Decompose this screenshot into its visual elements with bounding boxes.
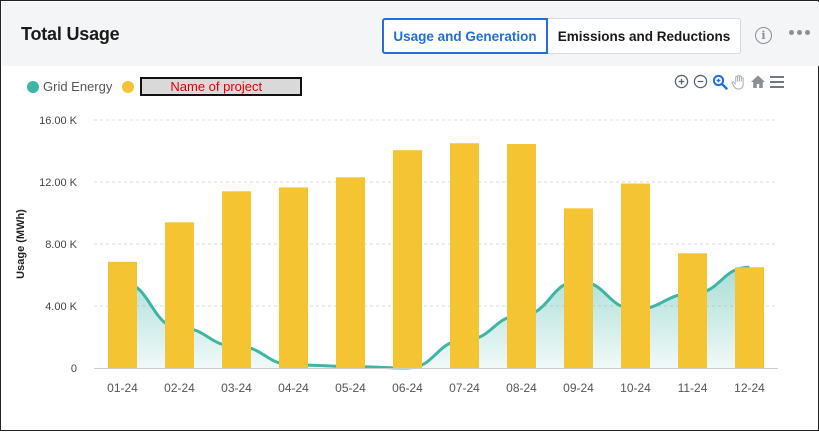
y-tick-label: 16.00 K bbox=[39, 115, 78, 127]
x-tick-label: 10-24 bbox=[620, 381, 651, 395]
project-bar bbox=[279, 187, 308, 368]
x-tick-label: 07-24 bbox=[449, 381, 480, 395]
usage-chart: 0 4.00 K 8.00 K 12.00 K 16.00 K Usage (MWh) 01… bbox=[15, 115, 778, 395]
x-tick-label: 01-24 bbox=[107, 381, 138, 395]
project-bar bbox=[222, 191, 251, 368]
x-tick-label: 08-24 bbox=[506, 381, 537, 395]
y-tick-label: 0 bbox=[71, 363, 77, 375]
project-bar bbox=[336, 177, 365, 368]
x-tick-label: 09-24 bbox=[563, 381, 594, 395]
project-bar bbox=[393, 150, 422, 368]
x-tick-label: 02-24 bbox=[164, 381, 195, 395]
x-tick-label: 04-24 bbox=[278, 381, 309, 395]
total-usage-panel: Total Usage Usage and Generation Emissio… bbox=[0, 0, 819, 431]
project-bar bbox=[507, 144, 536, 368]
project-bar bbox=[165, 222, 194, 368]
project-bar bbox=[108, 261, 137, 368]
project-bar bbox=[735, 267, 764, 368]
x-tick-label: 12-24 bbox=[734, 381, 765, 395]
y-tick-label: 12.00 K bbox=[39, 177, 78, 189]
x-tick-label: 11-24 bbox=[678, 381, 708, 395]
x-tick-label: 03-24 bbox=[221, 381, 252, 395]
x-tick-label: 06-24 bbox=[392, 381, 423, 395]
x-tick-label: 05-24 bbox=[335, 381, 366, 395]
project-bar bbox=[450, 143, 479, 368]
project-bar bbox=[621, 183, 650, 368]
project-bar bbox=[564, 208, 593, 368]
project-bar bbox=[678, 253, 707, 368]
y-tick-label: 8.00 K bbox=[45, 239, 77, 251]
y-tick-label: 4.00 K bbox=[45, 301, 77, 313]
y-axis-label: Usage (MWh) bbox=[15, 209, 27, 279]
